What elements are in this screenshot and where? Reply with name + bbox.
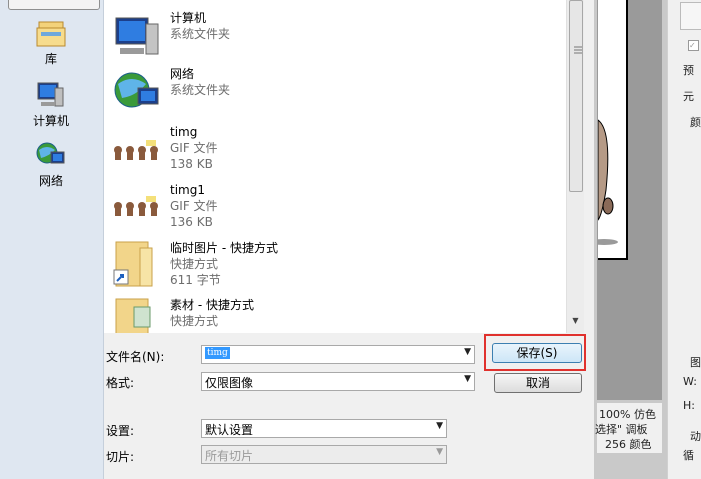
file-item[interactable]: timg GIF 文件 138 KB xyxy=(110,124,550,178)
place-library-label: 库 xyxy=(44,52,57,66)
file-type: 快捷方式 xyxy=(170,314,219,328)
file-name: 临时图片 - 快捷方式 xyxy=(170,241,278,255)
chevron-down-icon[interactable]: ▼ xyxy=(464,374,471,384)
place-network-label: 网络 xyxy=(38,174,63,188)
file-list: 计算机 系统文件夹 网络 系统文件夹 timg GIF 文件 138 KB ti… xyxy=(104,0,566,333)
settings-value: 默认设置 xyxy=(205,423,254,437)
stat-line: 100% 仿色 xyxy=(599,408,656,421)
format-value: 仅限图像 xyxy=(205,376,254,390)
file-type: 快捷方式 xyxy=(170,257,219,271)
network-globe-icon xyxy=(114,72,159,108)
file-list-scrollbar[interactable]: ▼ xyxy=(566,0,584,333)
stat-line: 256 颜色 xyxy=(605,438,652,451)
filename-label: 文件名(N): xyxy=(106,350,165,364)
file-type: GIF 文件 xyxy=(170,141,218,155)
background-label: W: xyxy=(683,375,697,388)
file-name: 素材 - 快捷方式 xyxy=(170,298,254,312)
file-item[interactable]: 计算机 系统文件夹 xyxy=(110,10,550,64)
background-label: 颜 xyxy=(690,116,701,129)
background-label: 元 xyxy=(683,90,694,103)
background-label: 循 xyxy=(683,449,694,462)
computer-icon xyxy=(115,17,159,55)
file-item[interactable]: 临时图片 - 快捷方式 快捷方式 611 字节 xyxy=(110,240,550,294)
file-type: 系统文件夹 xyxy=(170,27,231,41)
place-computer[interactable]: 计算机 xyxy=(8,80,94,129)
slices-label: 切片: xyxy=(106,450,135,464)
file-name: 计算机 xyxy=(170,11,207,25)
background-label: 动 xyxy=(690,430,701,443)
file-type: 系统文件夹 xyxy=(170,83,231,97)
save-button[interactable]: 保存(S) xyxy=(492,343,582,363)
gif-thumbnail-icon xyxy=(110,194,162,220)
file-type: GIF 文件 xyxy=(170,199,218,213)
cancel-button[interactable]: 取消 xyxy=(494,373,582,393)
preview-canvas xyxy=(590,0,628,260)
preview-stats: 100% 仿色 选择" 调板 256 颜色 xyxy=(595,403,662,453)
places-top-button[interactable] xyxy=(8,0,100,10)
background-label: H: xyxy=(683,399,695,412)
file-size: 138 KB xyxy=(170,157,213,171)
file-item[interactable]: 网络 系统文件夹 xyxy=(110,66,550,120)
place-library[interactable]: 库 xyxy=(8,18,94,67)
preview-image xyxy=(590,119,618,245)
format-select[interactable]: 仅限图像 ▼ xyxy=(201,372,475,391)
file-item[interactable]: timg1 GIF 文件 136 KB xyxy=(110,182,550,236)
grip-icon xyxy=(574,46,582,54)
file-size: 611 字节 xyxy=(170,273,221,287)
file-item[interactable]: 素材 - 快捷方式 快捷方式 xyxy=(110,297,550,333)
chevron-down-icon[interactable]: ▼ xyxy=(436,447,443,457)
background-box xyxy=(680,2,701,30)
file-name: timg1 xyxy=(170,183,205,197)
stat-line: 选择" 调板 xyxy=(595,423,648,436)
file-size: 136 KB xyxy=(170,215,213,229)
background-label: 图 xyxy=(690,356,701,369)
settings-label: 设置: xyxy=(106,424,135,438)
place-computer-label: 计算机 xyxy=(32,114,69,128)
folder-shortcut-icon xyxy=(113,241,153,287)
place-network[interactable]: 网络 xyxy=(8,140,94,189)
places-bar: 库 计算机 网络 xyxy=(0,0,104,479)
chevron-down-icon[interactable]: ▼ xyxy=(464,347,471,357)
checkbox-icon: ✓ xyxy=(688,40,699,51)
folder-shortcut-icon xyxy=(115,298,151,333)
library-icon xyxy=(36,21,66,47)
settings-select[interactable]: 默认设置 ▼ xyxy=(201,419,447,438)
background-right-panel: ✓ 预 元 颜 图 W: H: 动 循 xyxy=(667,0,701,479)
slices-select[interactable]: 所有切片 ▼ xyxy=(201,445,447,464)
computer-icon xyxy=(37,82,64,107)
chevron-down-icon[interactable]: ▼ xyxy=(436,421,443,431)
slices-value: 所有切片 xyxy=(205,449,254,463)
format-label: 格式: xyxy=(106,376,135,390)
scroll-down-icon[interactable]: ▼ xyxy=(570,316,581,326)
scrollbar-thumb[interactable] xyxy=(569,0,583,192)
filename-value: timg xyxy=(205,347,230,359)
network-icon xyxy=(36,142,65,164)
file-name: timg xyxy=(170,125,198,139)
background-label: 预 xyxy=(683,64,694,77)
file-name: 网络 xyxy=(170,67,195,81)
filename-input[interactable]: ▼ xyxy=(201,345,475,364)
gif-thumbnail-icon xyxy=(110,138,162,162)
